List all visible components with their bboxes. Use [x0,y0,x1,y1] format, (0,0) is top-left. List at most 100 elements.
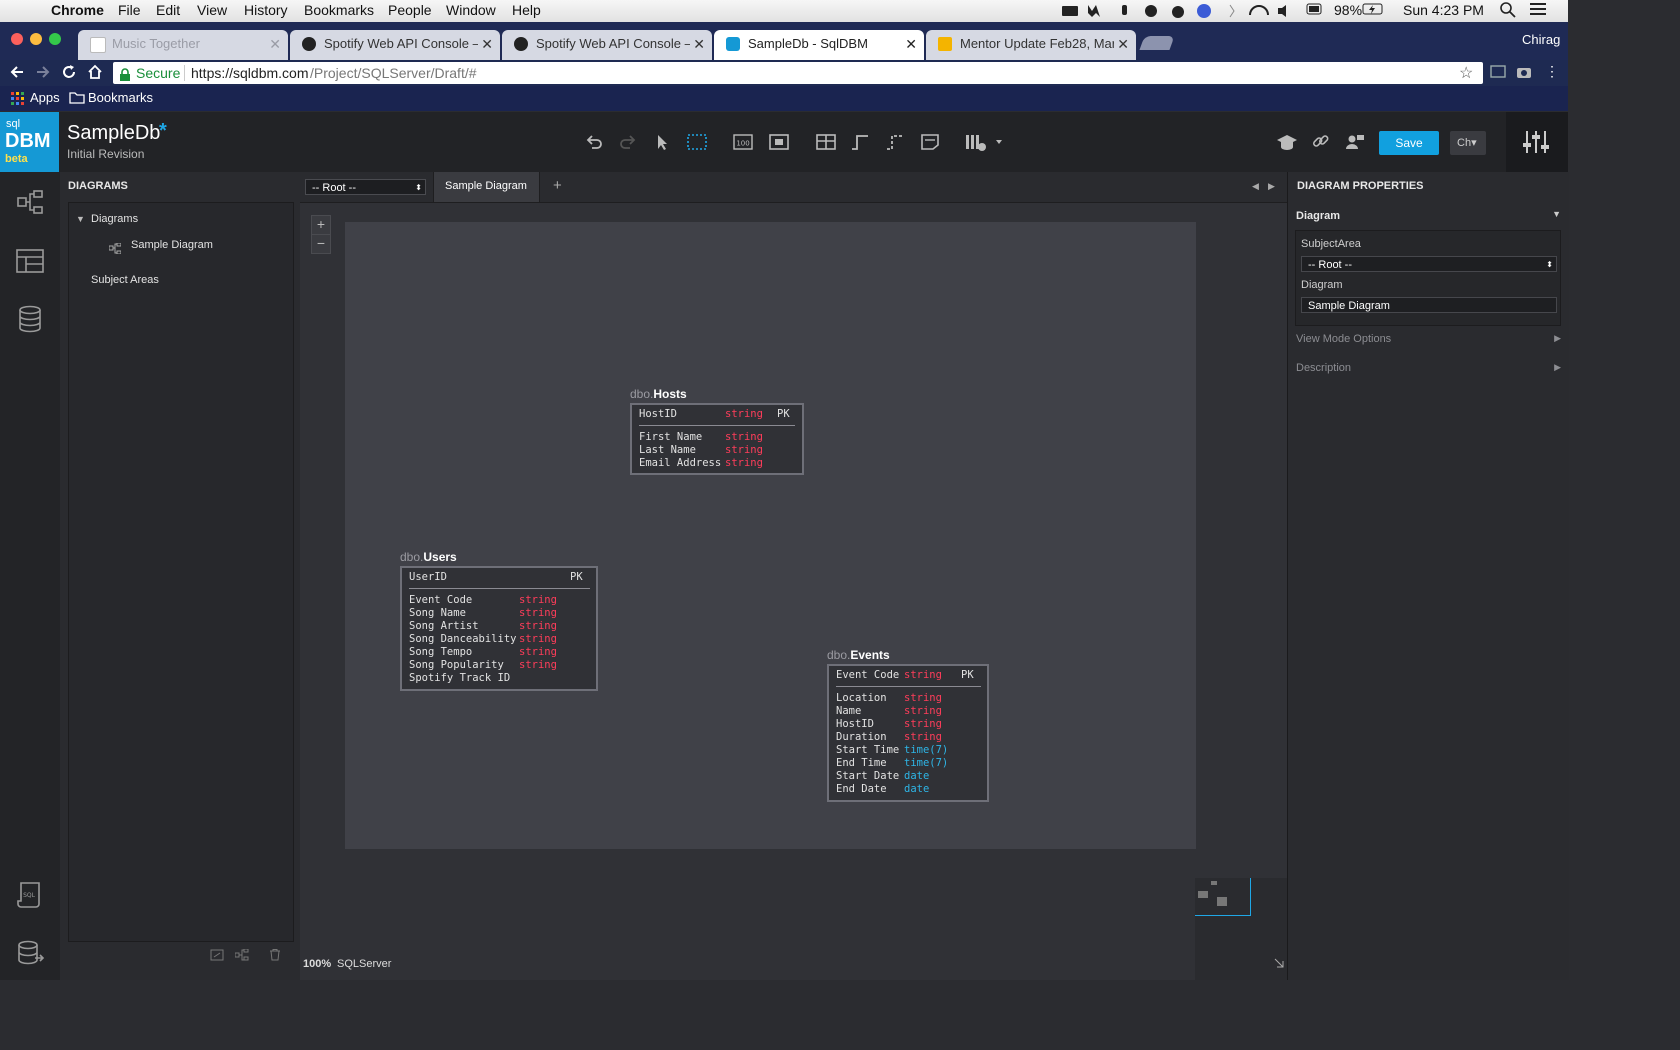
page-icon [90,37,106,53]
bookmark-folder[interactable]: Bookmarks [88,90,153,105]
column-type: string [904,705,942,717]
bookmark-apps[interactable]: Apps [30,90,60,105]
tree-item-sample-diagram[interactable]: Sample Diagram [131,239,213,251]
trash-icon[interactable] [269,948,281,966]
diagram-canvas[interactable]: dbo.Hosts HostID string PK First Name st… [345,222,1196,849]
spotlight-icon[interactable] [1500,2,1516,21]
save-button[interactable]: Save [1379,131,1439,155]
menu-history[interactable]: History [244,2,288,18]
tree-item-diagrams[interactable]: Diagrams [91,213,138,225]
menu-window[interactable]: Window [446,2,496,18]
browser-tab-spotify-2[interactable]: Spotify Web API Console – Ge ✕ [502,30,712,60]
sqldbm-logo[interactable]: sql DBM beta [0,112,59,172]
add-table-icon[interactable] [815,132,837,152]
window-zoom-button[interactable] [49,33,61,45]
select-arrows-icon: ⬍ [415,183,422,192]
fit-to-screen-icon[interactable] [768,132,790,152]
entity-users[interactable]: dbo.Users UserID PK Event Code string So… [400,550,600,694]
url-bar[interactable]: Secure https://sqldbm.com /Project/SQLSe… [113,62,1483,84]
section-diagram-header[interactable]: Diagram ▼ [1295,204,1561,224]
zoom-100-icon[interactable]: 100 [732,132,754,152]
camera-icon[interactable] [1516,65,1532,84]
non-identifying-relationship-icon[interactable] [884,132,906,152]
sqldbm-icon [726,37,740,51]
marquee-select-icon[interactable] [686,132,708,152]
browser-tab-sqldbm[interactable]: SampleDb - SqlDBM ✕ [714,30,924,60]
pk-column-type: string [725,408,763,420]
view-mode-icon[interactable] [964,132,1008,152]
diagram-name-input[interactable]: Sample Diagram [1301,297,1557,313]
browser-tab-music-together[interactable]: Music Together ✕ [78,30,288,60]
menu-view[interactable]: View [197,2,227,18]
resize-corner-icon[interactable] [1273,956,1285,974]
apps-grid-icon[interactable] [11,92,25,109]
entity-hosts[interactable]: dbo.Hosts HostID string PK First Name st… [630,387,806,479]
cast-icon[interactable] [1490,65,1506,84]
subject-area-select[interactable]: -- Root -- ⬍ [1301,256,1557,272]
menu-bookmarks[interactable]: Bookmarks [304,2,374,18]
user-menu[interactable]: Ch▾ [1450,131,1486,155]
column-name: Spotify Track ID [409,672,511,684]
entity-events[interactable]: dbo.Events Event Code string PK Location… [827,648,991,805]
menu-app-name[interactable]: Chrome [51,2,104,18]
profile-name[interactable]: Chirag [1522,32,1560,47]
tab-close-icon[interactable]: ✕ [693,31,705,57]
pk-separator [409,588,590,589]
scroll-tabs-left-icon[interactable]: ◀ [1252,181,1259,192]
caret-down-icon[interactable]: ▼ [76,214,85,224]
menu-people[interactable]: People [388,2,432,18]
pointer-icon[interactable] [652,132,674,152]
properties-toggle[interactable] [1506,112,1568,172]
zoom-in-button[interactable]: + [311,215,331,235]
diagram-settings-icon[interactable] [234,948,249,966]
team-icon[interactable] [1344,132,1366,152]
add-diagram-icon[interactable] [210,948,224,966]
back-icon[interactable] [9,64,25,85]
new-tab-button[interactable] [1139,36,1175,50]
home-icon[interactable] [87,64,103,85]
window-minimize-button[interactable] [30,33,42,45]
subject-area-select[interactable]: -- Root -- ⬍ [305,179,426,195]
clock[interactable]: Sun 4:23 PM [1403,2,1484,18]
zoom-out-button[interactable]: − [311,234,331,254]
logo-sql-text: sql [6,118,21,130]
share-link-icon[interactable] [1310,132,1332,152]
tab-close-icon[interactable]: ✕ [269,31,281,57]
tree-item-subject-areas[interactable]: Subject Areas [91,274,159,286]
db-export-icon[interactable] [15,938,45,968]
browser-tab-mentor-update[interactable]: Mentor Update Feb28, March7 ✕ [926,30,1136,60]
relationship-icon[interactable] [849,132,871,152]
bookmark-star-icon[interactable]: ☆ [1459,63,1473,85]
window-close-button[interactable] [11,33,23,45]
diagrams-nav-icon[interactable] [15,188,45,218]
reload-icon[interactable] [61,64,77,85]
learn-icon[interactable] [1276,132,1298,152]
column-type: date [904,770,930,782]
forward-icon[interactable] [35,64,51,85]
browser-tab-spotify-1[interactable]: Spotify Web API Console – Ge ✕ [290,30,500,60]
scroll-tabs-right-icon[interactable]: ▶ [1268,181,1275,192]
add-tab-button[interactable]: + [553,177,562,194]
undo-icon[interactable] [584,132,606,152]
user-initials: Ch [1457,137,1472,149]
chrome-menu-icon[interactable]: ⋮ [1545,63,1559,80]
tables-nav-icon[interactable] [15,246,45,276]
note-icon[interactable] [919,132,941,152]
minimap[interactable] [1195,878,1287,980]
tab-sample-diagram[interactable]: Sample Diagram [433,172,540,202]
panel-heading: DIAGRAMS [68,180,128,192]
section-description[interactable]: Description ▶ [1295,361,1561,377]
redo-icon[interactable] [618,132,640,152]
section-view-mode-options[interactable]: View Mode Options ▶ [1295,332,1561,348]
menu-edit[interactable]: Edit [156,2,180,18]
project-title[interactable]: SampleDb [67,122,160,145]
menu-help[interactable]: Help [512,2,541,18]
database-nav-icon[interactable] [15,304,45,334]
menu-file[interactable]: File [118,2,141,18]
sql-script-icon[interactable]: SQL [15,880,45,910]
menu-list-icon[interactable] [1530,2,1548,19]
tab-close-icon[interactable]: ✕ [481,31,493,57]
pk-column-name: HostID [639,408,677,420]
tab-close-icon[interactable]: ✕ [1117,31,1129,57]
tab-close-icon[interactable]: ✕ [905,31,917,57]
